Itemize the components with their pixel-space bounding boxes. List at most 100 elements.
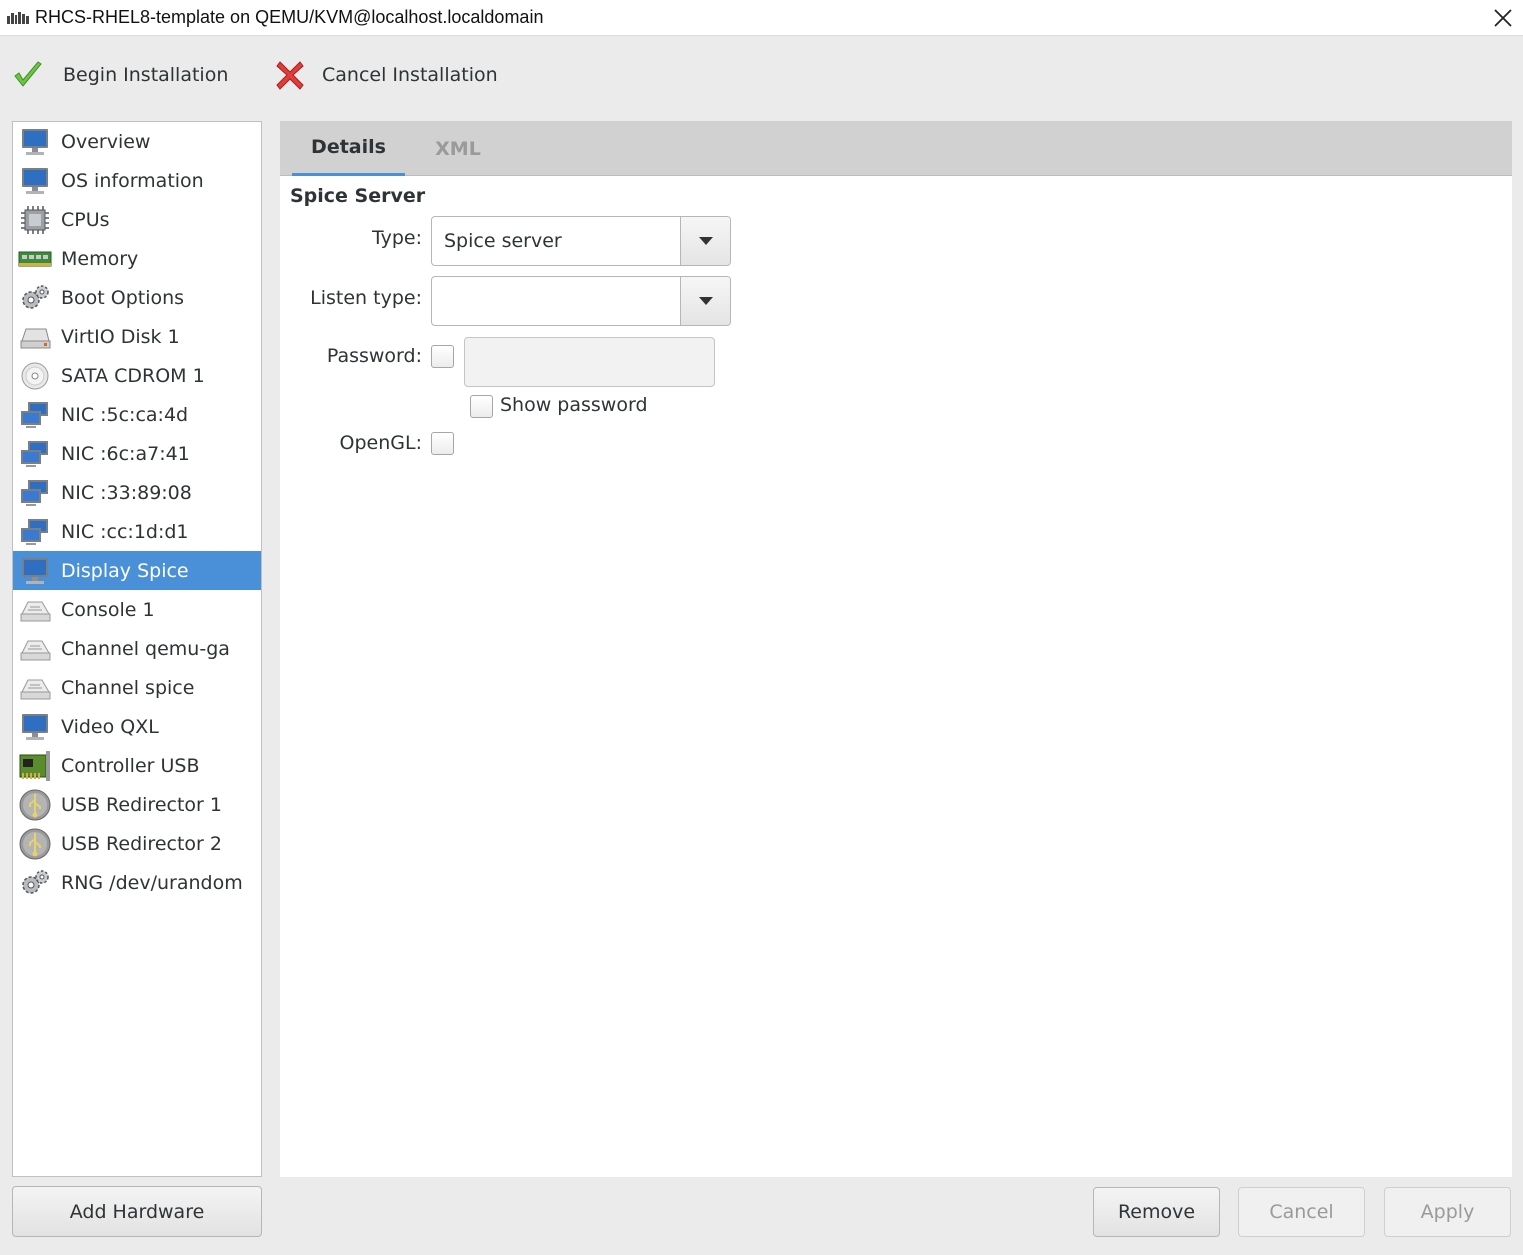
sidebar-item[interactable]: Channel qemu-ga xyxy=(13,629,261,668)
tab-details[interactable]: Details xyxy=(292,121,405,176)
password-input[interactable] xyxy=(464,337,715,387)
sidebar-item-label: Display Spice xyxy=(61,559,189,582)
network-icon xyxy=(17,476,53,510)
monitor-icon xyxy=(17,710,53,744)
sidebar-item-label: Overview xyxy=(61,130,151,153)
serial-icon xyxy=(17,671,53,705)
title-bar: RHCS-RHEL8-template on QEMU/KVM@localhos… xyxy=(0,0,1523,36)
sidebar-item-label: USB Redirector 1 xyxy=(61,793,222,816)
hardware-list: Overview OS information CPUs Memory Boot Opt… xyxy=(12,121,262,1177)
add-hardware-button[interactable]: Add Hardware xyxy=(12,1186,262,1237)
type-combobox[interactable]: Spice server xyxy=(431,216,731,266)
close-window-button[interactable] xyxy=(1491,6,1515,30)
cpu-icon xyxy=(17,203,53,237)
sidebar-item-label: Memory xyxy=(61,247,139,270)
password-checkbox[interactable] xyxy=(431,345,454,368)
sidebar-item[interactable]: Controller USB xyxy=(13,746,261,785)
listen-type-label: Listen type: xyxy=(310,287,422,309)
usb-icon xyxy=(17,788,53,822)
tab-xml[interactable]: XML xyxy=(415,121,501,176)
cancel-button[interactable]: Cancel xyxy=(1238,1187,1365,1237)
listen-type-value xyxy=(432,277,680,325)
sidebar-item-label: SATA CDROM 1 xyxy=(61,364,205,387)
gears-icon xyxy=(17,866,53,900)
sidebar-item-label: NIC :cc:1d:d1 xyxy=(61,520,189,543)
begin-installation-button[interactable]: Begin Installation xyxy=(12,50,228,100)
password-label: Password: xyxy=(326,345,422,367)
sidebar-item[interactable]: RNG /dev/urandom xyxy=(13,863,261,902)
memory-icon xyxy=(17,242,53,276)
sidebar-item-label: Boot Options xyxy=(61,286,185,309)
sidebar-item-label: Video QXL xyxy=(61,715,159,738)
sidebar-item[interactable]: Boot Options xyxy=(13,278,261,317)
opengl-checkbox[interactable] xyxy=(431,432,454,455)
tab-bar: Details XML xyxy=(280,121,1512,176)
sidebar-item[interactable]: SATA CDROM 1 xyxy=(13,356,261,395)
opengl-label: OpenGL: xyxy=(339,432,422,454)
toolbar: Begin Installation Cancel Installation xyxy=(0,40,1523,102)
show-password-label: Show password xyxy=(500,394,648,416)
type-value: Spice server xyxy=(444,230,562,252)
serial-icon xyxy=(17,593,53,627)
sidebar-item[interactable]: NIC :33:89:08 xyxy=(13,473,261,512)
details-panel: Details XML Spice Server Type: Spice ser… xyxy=(280,121,1512,1177)
window-title: RHCS-RHEL8-template on QEMU/KVM@localhos… xyxy=(35,7,544,27)
sidebar-item[interactable]: NIC :6c:a7:41 xyxy=(13,434,261,473)
type-dropdown-button[interactable] xyxy=(680,217,730,265)
sidebar-item-label: OS information xyxy=(61,169,204,192)
gears-icon xyxy=(17,281,53,315)
sidebar-item[interactable]: Console 1 xyxy=(13,590,261,629)
monitor-icon xyxy=(17,554,53,588)
network-icon xyxy=(17,437,53,471)
sidebar-item-label: Channel spice xyxy=(61,676,195,699)
sidebar-item[interactable]: VirtIO Disk 1 xyxy=(13,317,261,356)
sidebar-item-label: USB Redirector 2 xyxy=(61,832,222,855)
sidebar-item[interactable]: NIC :cc:1d:d1 xyxy=(13,512,261,551)
cdrom-icon xyxy=(17,359,53,393)
dropdown-arrow-icon xyxy=(698,237,713,245)
section-title: Spice Server xyxy=(290,185,426,207)
sidebar-item-label: Console 1 xyxy=(61,598,155,621)
red-x-icon xyxy=(276,61,304,90)
sidebar-item[interactable]: Video QXL xyxy=(13,707,261,746)
listen-type-combobox[interactable] xyxy=(431,276,731,326)
disk-icon xyxy=(17,320,53,354)
remove-button[interactable]: Remove xyxy=(1093,1187,1220,1237)
sidebar-item[interactable]: USB Redirector 2 xyxy=(13,824,261,863)
sidebar-item[interactable]: Display Spice xyxy=(13,551,261,590)
checkmark-icon xyxy=(14,61,42,87)
sidebar-item-label: RNG /dev/urandom xyxy=(61,871,243,894)
sidebar-item[interactable]: Overview xyxy=(13,122,261,161)
sidebar-item-label: CPUs xyxy=(61,208,110,231)
sidebar-item[interactable]: CPUs xyxy=(13,200,261,239)
sidebar-item[interactable]: Memory xyxy=(13,239,261,278)
usb-icon xyxy=(17,827,53,861)
network-icon xyxy=(17,398,53,432)
begin-installation-label: Begin Installation xyxy=(63,64,229,86)
monitor-icon xyxy=(17,125,53,159)
cancel-installation-button[interactable]: Cancel Installation xyxy=(276,50,498,100)
sidebar-item-label: NIC :33:89:08 xyxy=(61,481,192,504)
apply-button[interactable]: Apply xyxy=(1384,1187,1511,1237)
sidebar-item[interactable]: OS information xyxy=(13,161,261,200)
sidebar-item-label: Channel qemu-ga xyxy=(61,637,230,660)
network-icon xyxy=(17,515,53,549)
sidebar-item-label: NIC :6c:a7:41 xyxy=(61,442,190,465)
virt-manager-app-icon xyxy=(7,11,29,24)
sidebar-item-label: NIC :5c:ca:4d xyxy=(61,403,189,426)
listen-type-dropdown-button[interactable] xyxy=(680,277,730,325)
type-label: Type: xyxy=(371,227,422,249)
show-password-checkbox[interactable] xyxy=(470,395,493,418)
sidebar-item-label: VirtIO Disk 1 xyxy=(61,325,180,348)
cancel-installation-label: Cancel Installation xyxy=(322,64,498,86)
sidebar-item[interactable]: NIC :5c:ca:4d xyxy=(13,395,261,434)
dropdown-arrow-icon xyxy=(698,297,713,305)
monitor-icon xyxy=(17,164,53,198)
controller-icon xyxy=(17,749,53,783)
sidebar-item-label: Controller USB xyxy=(61,754,200,777)
serial-icon xyxy=(17,632,53,666)
sidebar-item[interactable]: Channel spice xyxy=(13,668,261,707)
details-window: RHCS-RHEL8-template on QEMU/KVM@localhos… xyxy=(0,0,1523,1255)
sidebar-item[interactable]: USB Redirector 1 xyxy=(13,785,261,824)
close-icon xyxy=(1494,9,1512,27)
